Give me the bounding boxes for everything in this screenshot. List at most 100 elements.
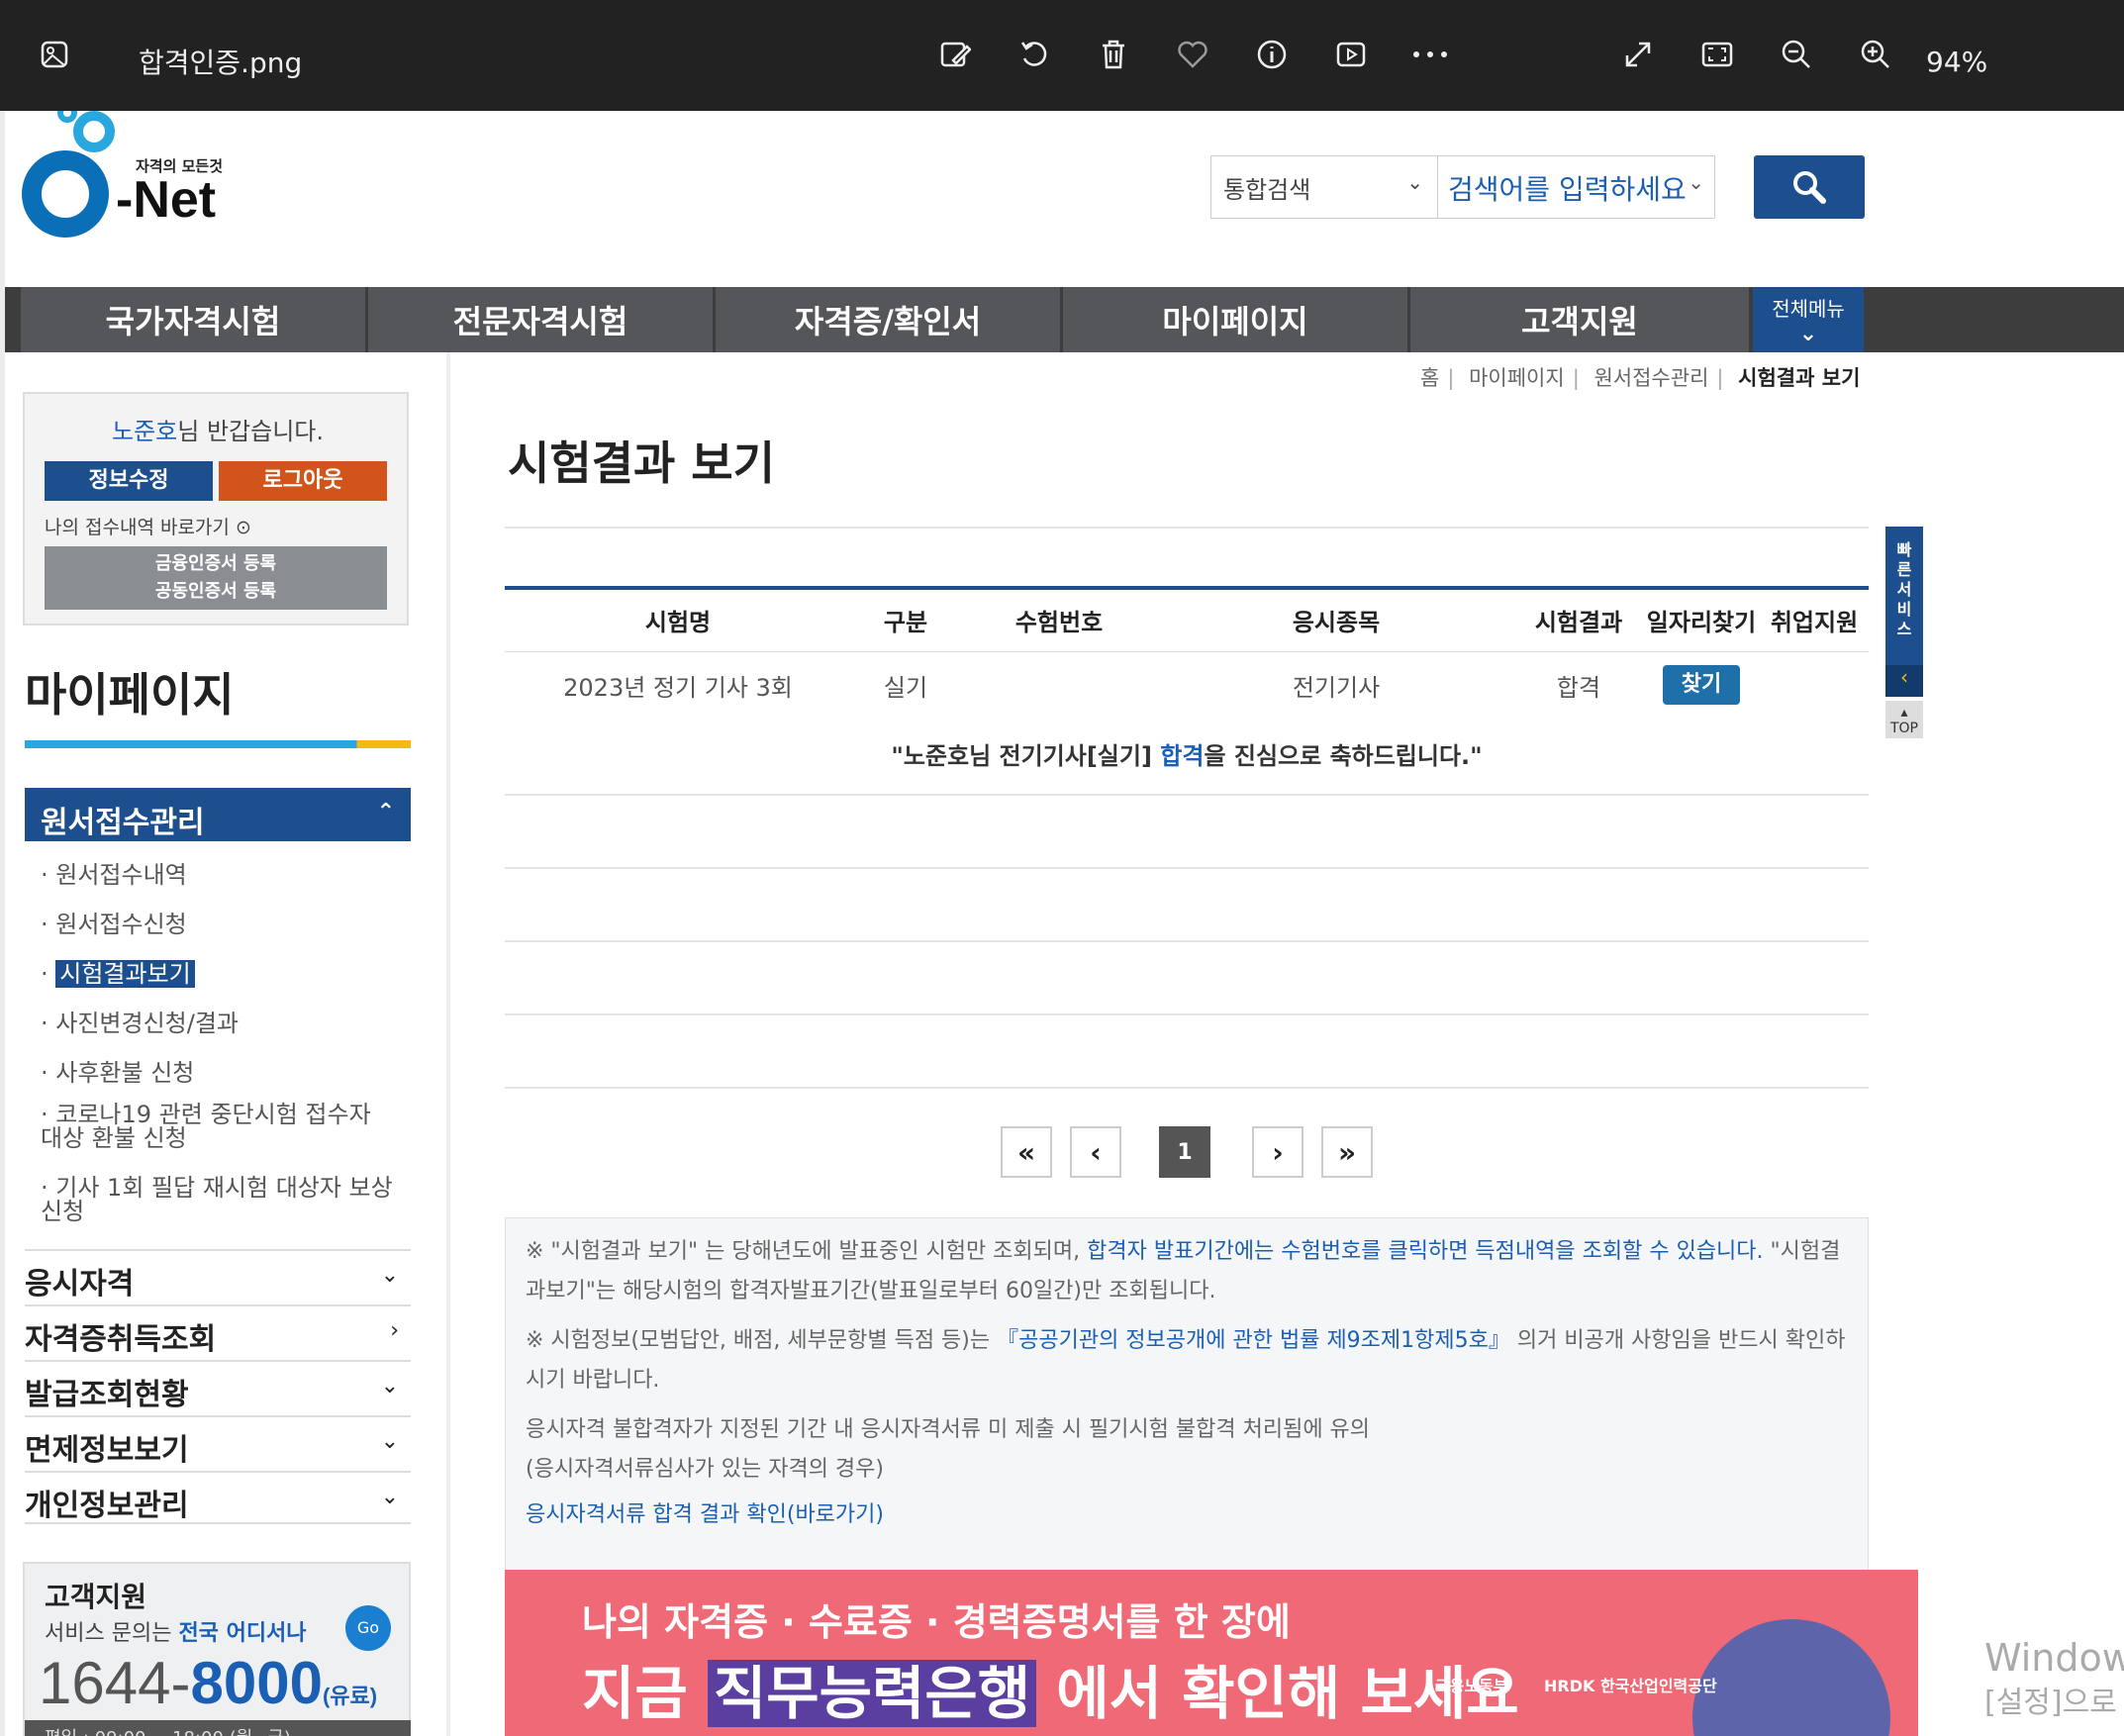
my-receipts-label: 나의 접수내역 바로가기	[45, 517, 230, 538]
chevron-right-icon: ›	[390, 1318, 399, 1343]
caret-up-icon: ▴	[1900, 705, 1908, 721]
col-jobs: 일자리찾기	[1643, 586, 1760, 652]
heart-icon[interactable]	[1168, 30, 1217, 79]
support-phone: 1644-8000(유료)	[39, 1650, 378, 1716]
image-icon[interactable]	[30, 30, 79, 79]
top-button[interactable]: ▴ TOP	[1885, 701, 1923, 738]
chevron-down-icon: ⌄	[380, 1429, 399, 1454]
file-name: 합격인증.png	[139, 47, 303, 79]
zoom-out-icon[interactable]	[1772, 30, 1821, 79]
sidebar-title: 마이페이지	[25, 668, 235, 722]
sidebar-sub-item-selected[interactable]: · 시험결과보기	[41, 954, 195, 989]
cell-support	[1760, 651, 1869, 719]
cert-register-button[interactable]: 금융인증서 등록 공동인증서 등록	[45, 546, 387, 610]
sidebar-menu-personal-info[interactable]: 개인정보관리 ⌄	[25, 1471, 411, 1524]
chevron-left-icon[interactable]: ‹	[1885, 665, 1923, 697]
logout-button[interactable]: 로그아웃	[219, 461, 387, 501]
all-menu-button[interactable]: 전체메뉴 ⌄	[1753, 287, 1864, 352]
row-divider	[505, 1087, 1869, 1089]
main-navigation: 국가자격시험 전문자격시험 자격증/확인서 마이페이지 고객지원 전체메뉴 ⌄	[5, 287, 2124, 352]
nav-certificates[interactable]: 자격증/확인서	[716, 287, 1062, 352]
search-icon	[1793, 171, 1826, 204]
find-jobs-button[interactable]: 찾기	[1663, 665, 1740, 706]
chevron-down-icon: ⌄	[380, 1485, 399, 1509]
pager-first[interactable]: «	[1001, 1126, 1052, 1178]
eligibility-result-link[interactable]: 응시자격서류 합격 결과 확인(바로가기)	[526, 1495, 1852, 1535]
screenshot-canvas: 자격의 모든것 -Net 통합검색 ⌄ 검색어를 입력하세요 ⌄ 국가자격시험 …	[5, 111, 2124, 1736]
sidebar-menu-cert-lookup[interactable]: 자격증취득조회 ›	[25, 1304, 411, 1358]
greeting-suffix: 님 반갑습니다.	[177, 418, 324, 445]
support-go-button[interactable]: Go	[345, 1605, 391, 1651]
sidebar-menu-issue-status[interactable]: 발급조회현황 ⌄	[25, 1360, 411, 1413]
pager-next[interactable]: ›	[1252, 1126, 1303, 1178]
fit-icon[interactable]	[1692, 30, 1742, 79]
my-receipts-link[interactable]: 나의 접수내역 바로가기 ⊙	[45, 513, 251, 539]
sidebar-menu-exemption[interactable]: 면제정보보기 ⌄	[25, 1415, 411, 1469]
slideshow-icon[interactable]	[1326, 30, 1376, 79]
expand-icon[interactable]	[1613, 30, 1663, 79]
support-title: 고객지원	[45, 1581, 147, 1613]
sidebar-sub-item[interactable]: · 원서접수내역	[41, 855, 187, 890]
notice-1: ※ "시험결과 보기" 는 당해년도에 발표중인 시험만 조회되며, 합격자 발…	[526, 1239, 1841, 1303]
edit-icon[interactable]	[930, 30, 980, 79]
sidebar-divider	[446, 352, 450, 1736]
result-table: 시험명 구분 수험번호 응시종목 시험결과 일자리찾기 취업지원 2023년 정…	[505, 586, 1869, 719]
breadcrumb-home[interactable]: 홈	[1420, 366, 1439, 390]
col-support: 취업지원	[1760, 586, 1869, 652]
more-icon[interactable]	[1405, 30, 1455, 79]
cell-result: 합격	[1556, 673, 1601, 702]
all-menu-label: 전체메뉴	[1772, 297, 1845, 321]
sidebar-sub-item[interactable]: · 코로나19 관련 중단시험 접수자 대상 환불 신청	[41, 1103, 397, 1150]
delete-icon[interactable]	[1089, 30, 1138, 79]
row-divider	[505, 867, 1869, 869]
congrats-message: "노준호님 전기기사[실기] 합격을 진심으로 축하드립니다."	[891, 742, 1483, 770]
rotate-icon[interactable]	[1010, 30, 1059, 79]
breadcrumb-mypage[interactable]: 마이페이지	[1469, 366, 1565, 390]
table-header-row: 시험명 구분 수험번호 응시종목 시험결과 일자리찾기 취업지원	[505, 586, 1869, 652]
search-button[interactable]	[1754, 155, 1865, 219]
edit-info-button[interactable]: 정보수정	[45, 461, 213, 501]
banner-decoration	[1692, 1619, 1890, 1736]
row-divider	[505, 794, 1869, 796]
nav-professional-exam[interactable]: 전문자격시험	[368, 287, 715, 352]
nav-mypage[interactable]: 마이페이지	[1063, 287, 1409, 352]
chevron-down-icon: ⌄	[380, 1263, 399, 1288]
logo-text: -Net	[116, 171, 217, 229]
search-input[interactable]: 검색어를 입력하세요 ⌄	[1438, 155, 1715, 219]
notice-3: 응시자격 불합격자가 지정된 기간 내 응시자격서류 미 제출 시 필기시험 불…	[526, 1417, 1371, 1442]
pager-prev[interactable]: ‹	[1070, 1126, 1121, 1178]
search-category-select[interactable]: 통합검색 ⌄	[1210, 155, 1438, 219]
nav-support[interactable]: 고객지원	[1410, 287, 1751, 352]
user-name: 노준호	[112, 418, 178, 445]
table-row: 2023년 정기 기사 3회 실기 전기기사 합격 찾기	[505, 651, 1869, 719]
zoom-in-icon[interactable]	[1851, 30, 1900, 79]
zoom-level: 94%	[1926, 46, 1988, 78]
sidebar-menu-application[interactable]: 원서접수관리 ⌃	[25, 788, 411, 841]
cell-item: 전기기사	[1292, 673, 1381, 702]
support-hours: 평일 : 09:00 ~ 18:00 (월~금)	[25, 1720, 411, 1736]
sidebar-sub-item[interactable]: · 사진변경신청/결과	[41, 1004, 239, 1038]
sidebar-sub-item[interactable]: · 사후환불 신청	[41, 1053, 194, 1088]
sidebar: 노준호님 반갑습니다. 정보수정 로그아웃 나의 접수내역 바로가기 ⊙ 금융인…	[5, 352, 450, 1736]
cell-jobs: 찾기	[1643, 651, 1760, 719]
pager-last[interactable]: »	[1321, 1126, 1373, 1178]
nav-national-exam[interactable]: 국가자격시험	[21, 287, 367, 352]
logo-q-ring	[22, 150, 109, 238]
sidebar-menu-label: 원서접수관리	[41, 806, 205, 840]
cell-number[interactable]	[960, 651, 1158, 719]
sidebar-sub-item[interactable]: · 원서접수신청	[41, 905, 187, 939]
sidebar-title-bar	[25, 740, 411, 748]
banner-line1: 나의 자격증 · 수료증 · 경력증명서를 한 장에	[582, 1600, 1291, 1644]
sidebar-menu-eligibility[interactable]: 응시자격 ⌄	[25, 1249, 411, 1302]
sidebar-sub-item[interactable]: · 기사 1회 필답 재시험 대상자 보상 신청	[41, 1176, 397, 1223]
breadcrumb-application[interactable]: 원서접수관리	[1593, 366, 1708, 390]
greeting: 노준호님 반갑습니다.	[25, 412, 411, 446]
cert-register-financial: 금융인증서 등록	[154, 553, 277, 574]
breadcrumb-current: 시험결과 보기	[1738, 366, 1861, 390]
qnet-logo[interactable]: 자격의 모든것 -Net	[22, 111, 240, 259]
info-icon[interactable]	[1247, 30, 1297, 79]
top-label: TOP	[1889, 721, 1918, 736]
pager-current[interactable]: 1	[1159, 1126, 1210, 1178]
chevron-up-icon: ⌃	[376, 800, 395, 824]
ncs-bank-banner[interactable]: 나의 자격증 · 수료증 · 경력증명서를 한 장에 지금 직무능력은행 에서 …	[505, 1570, 1918, 1736]
